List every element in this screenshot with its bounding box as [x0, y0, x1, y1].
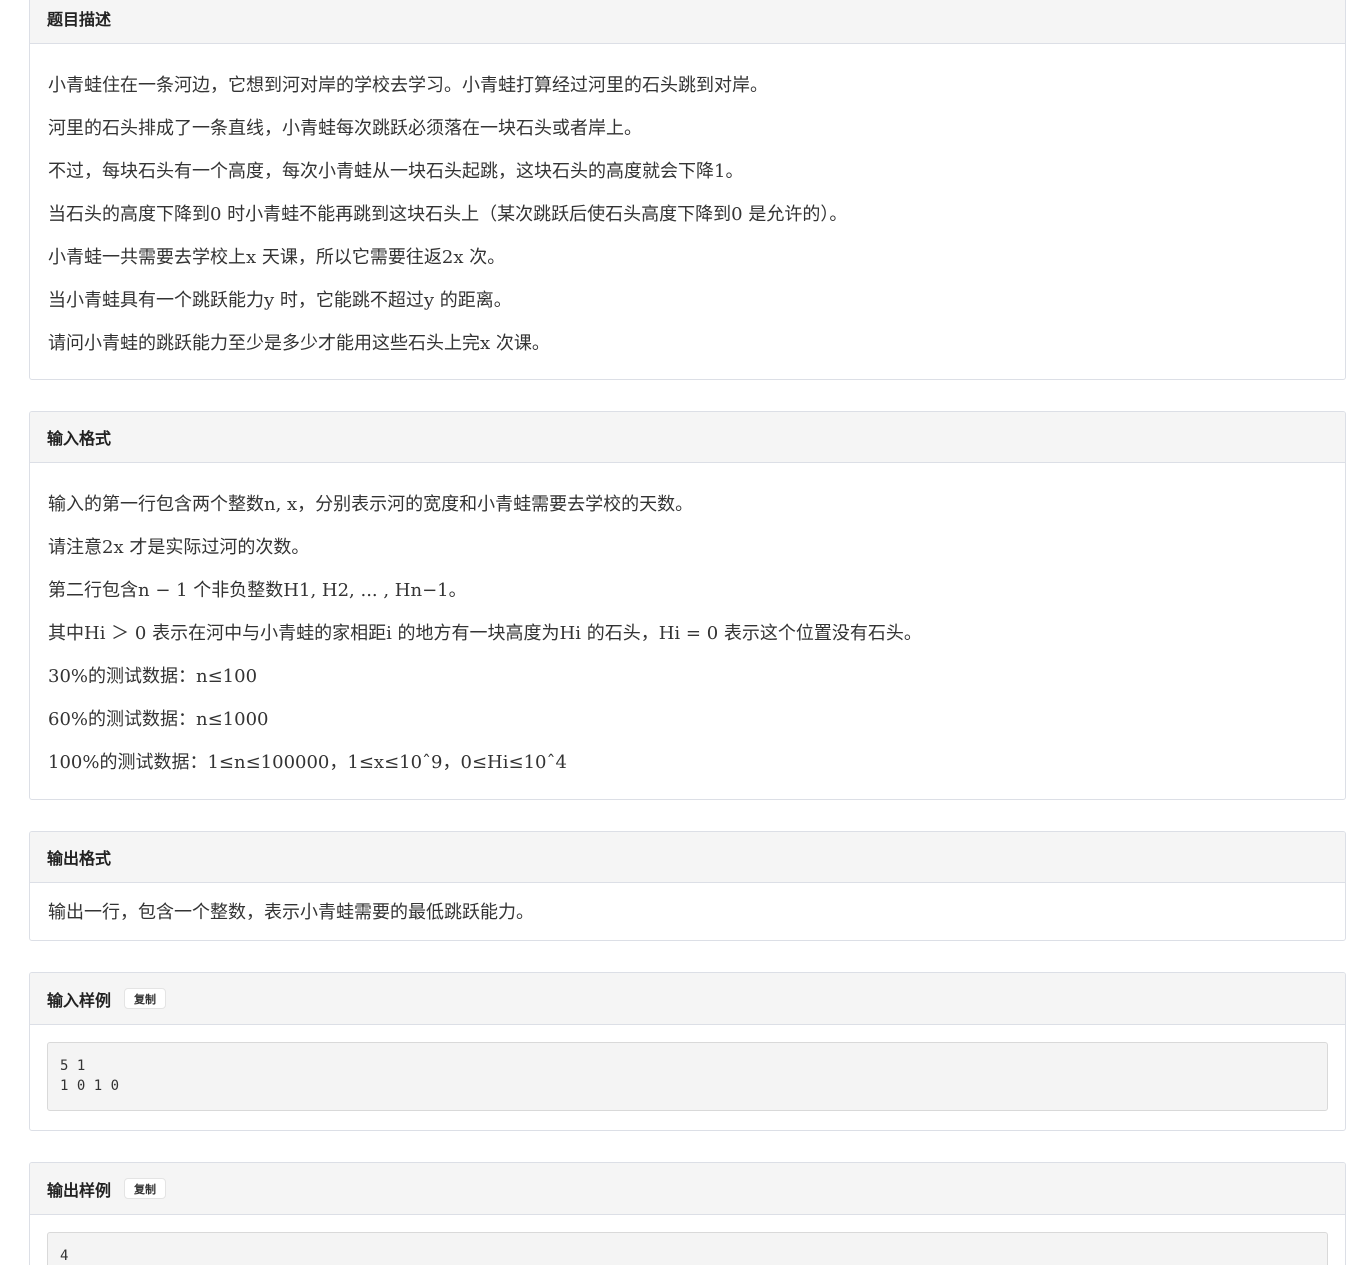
input-format-line: 其中Hi ＞ 0 表示在河中与小青蛙的家相距i 的地方有一块高度为Hi 的石头，…: [48, 623, 922, 644]
sample-input-header: 输入样例 复制: [30, 973, 1345, 1025]
sample-output-panel: 输出样例 复制 4: [29, 1162, 1346, 1265]
input-format-line: 输入的第一行包含两个整数n, x，分别表示河的宽度和小青蛙需要去学校的天数。: [48, 494, 694, 515]
output-format-title: 输出格式: [47, 849, 112, 868]
input-format-line: 60%的测试数据：n≤1000: [48, 709, 269, 730]
description-header: 题目描述: [30, 0, 1345, 44]
description-line: 小青蛙住在一条河边，它想到河对岸的学校去学习。小青蛙打算经过河里的石头跳到对岸。: [48, 75, 768, 96]
input-format-panel: 输入格式 输入的第一行包含两个整数n, x，分别表示河的宽度和小青蛙需要去学校的…: [29, 411, 1346, 800]
description-body: 小青蛙住在一条河边，它想到河对岸的学校去学习。小青蛙打算经过河里的石头跳到对岸。…: [30, 44, 1345, 379]
sample-input-code: 5 1 1 0 1 0: [47, 1042, 1328, 1111]
sample-output-header: 输出样例 复制: [30, 1163, 1345, 1215]
sample-input-title: 输入样例: [47, 990, 112, 1010]
input-format-line: 请注意2x 才是实际过河的次数。: [48, 537, 310, 558]
input-format-header: 输入格式: [30, 412, 1345, 463]
output-format-header: 输出格式: [30, 832, 1345, 883]
description-line: 小青蛙一共需要去学校上x 天课，所以它需要往返2x 次。: [48, 247, 506, 268]
copy-output-button[interactable]: 复制: [124, 1178, 167, 1199]
description-line: 当石头的高度下降到0 时小青蛙不能再跳到这块石头上（某次跳跃后使石头高度下降到0…: [48, 204, 848, 225]
sample-input-body: 5 1 1 0 1 0: [30, 1025, 1345, 1128]
input-format-line: 第二行包含n − 1 个非负整数H1, H2, ... , Hn−1。: [48, 580, 467, 601]
sample-output-title: 输出样例: [47, 1180, 112, 1200]
output-format-line: 输出一行，包含一个整数，表示小青蛙需要的最低跳跃能力。: [48, 902, 534, 923]
copy-input-button[interactable]: 复制: [124, 988, 167, 1009]
sample-output-body: 4: [30, 1215, 1345, 1265]
description-title: 题目描述: [47, 10, 112, 29]
sample-output-code: 4: [47, 1232, 1328, 1265]
output-format-panel: 输出格式 输出一行，包含一个整数，表示小青蛙需要的最低跳跃能力。: [29, 831, 1346, 941]
input-format-line: 100%的测试数据：1≤n≤100000，1≤x≤10ˆ9，0≤Hi≤10ˆ4: [48, 752, 567, 773]
description-line: 请问小青蛙的跳跃能力至少是多少才能用这些石头上完x 次课。: [48, 333, 550, 354]
description-panel: 题目描述 小青蛙住在一条河边，它想到河对岸的学校去学习。小青蛙打算经过河里的石头…: [29, 0, 1346, 380]
input-format-body: 输入的第一行包含两个整数n, x，分别表示河的宽度和小青蛙需要去学校的天数。 请…: [30, 463, 1345, 798]
input-format-line: 30%的测试数据：n≤100: [48, 666, 258, 687]
description-line: 不过，每块石头有一个高度，每次小青蛙从一块石头起跳，这块石头的高度就会下降1。: [48, 161, 744, 182]
output-format-body: 输出一行，包含一个整数，表示小青蛙需要的最低跳跃能力。: [30, 883, 1345, 940]
input-format-title: 输入格式: [47, 429, 112, 448]
description-line: 当小青蛙具有一个跳跃能力y 时，它能跳不超过y 的距离。: [48, 290, 512, 311]
description-line: 河里的石头排成了一条直线，小青蛙每次跳跃必须落在一块石头或者岸上。: [48, 118, 642, 139]
sample-input-panel: 输入样例 复制 5 1 1 0 1 0: [29, 972, 1346, 1131]
